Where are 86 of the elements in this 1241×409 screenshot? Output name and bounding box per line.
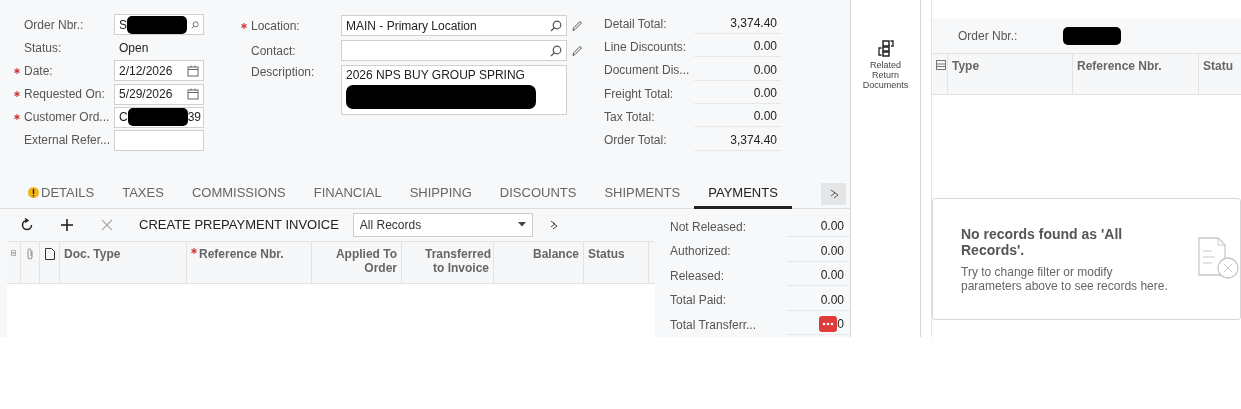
field-value: Open (118, 40, 150, 55)
total-value: 0.00 (694, 83, 781, 105)
calendar-icon (187, 88, 199, 101)
related-return-documents-button[interactable]: Related Return Documents (855, 40, 916, 96)
refresh-icon[interactable] (20, 217, 34, 232)
tab[interactable]: SHIPMENTS (590, 179, 695, 209)
column-header[interactable]: Reference Nbr. (1077, 59, 1162, 73)
total-label: Freight Total: (604, 86, 675, 101)
document-icon (44, 247, 55, 260)
column-header[interactable]: Applied To Order (335, 246, 397, 275)
empty-message: Try to change filter or modify parameters above to see records here. (961, 264, 1169, 293)
field-value: 2026 NPS BUY GROUP SPRING (346, 69, 525, 82)
summary-value: 0.00 (820, 242, 844, 260)
tab[interactable]: SHIPPING (395, 179, 486, 209)
column-header[interactable]: Balance (532, 246, 579, 261)
search-icon (191, 18, 199, 31)
input-field[interactable]: C 39 (114, 106, 204, 128)
summary-label: Released: (670, 268, 726, 283)
field-label: Status: (24, 40, 63, 55)
row-settings-icon (11, 247, 16, 258)
column-header[interactable]: Doc. Type (64, 246, 121, 261)
date-field[interactable]: 2/12/2026 (114, 60, 204, 82)
summary-value: 0 (837, 316, 844, 334)
field-value: S (119, 17, 127, 32)
field-value: 39 (187, 110, 202, 125)
summary-label: Total Transferr... (670, 317, 758, 332)
column-header[interactable]: Reference Nbr. (199, 246, 284, 261)
row-settings-icon (936, 60, 946, 70)
summary-label: Total Paid: (670, 293, 728, 308)
total-label: Line Discounts: (604, 40, 688, 54)
field-value: 2/12/2026 (119, 63, 173, 78)
column-header[interactable]: Status (588, 246, 625, 261)
total-value: 0.00 (694, 59, 781, 81)
search-icon (550, 44, 562, 57)
more-badge-icon[interactable] (819, 316, 838, 333)
total-label: Order Total: (604, 133, 668, 148)
field-label: Description: (251, 65, 316, 79)
add-icon[interactable] (60, 217, 74, 232)
column-header[interactable]: Statu (1203, 59, 1233, 73)
search-icon (550, 19, 562, 32)
summary-value: 0.00 (820, 267, 844, 285)
calendar-icon (187, 64, 199, 77)
total-value: 0.00 (694, 36, 781, 58)
paperclip-icon (26, 247, 34, 260)
field-label: Customer Ord... (24, 110, 111, 125)
summary-value: 0.00 (820, 291, 844, 309)
tab[interactable]: COMMISSIONS (177, 179, 300, 209)
lookup-field[interactable]: MAIN - Primary Location (341, 15, 567, 36)
filter-dropdown[interactable]: All Records (352, 212, 533, 237)
lookup-field[interactable] (341, 40, 567, 61)
field-label: External Refer... (24, 133, 112, 148)
field-label: Location: (251, 18, 301, 33)
total-value: 3,374.40 (694, 13, 781, 35)
column-header[interactable]: Type (952, 59, 980, 73)
empty-title: No records found as 'All Records'. (961, 225, 1124, 258)
column-header[interactable]: Transferred to Invoice (425, 246, 489, 275)
total-value: 3,374.40 (694, 129, 781, 151)
tab[interactable]: FINANCIAL (299, 179, 396, 209)
double-chevron-icon (828, 188, 839, 199)
summary-label: Not Released: (670, 219, 748, 234)
field-value: MAIN - Primary Location (346, 18, 477, 33)
field-value: 5/29/2026 (119, 87, 173, 102)
lookup-field[interactable]: S (114, 14, 204, 36)
input-field[interactable] (114, 129, 204, 151)
field-label: Requested On: (24, 87, 106, 102)
tab[interactable]: DETAILS (14, 179, 109, 209)
field-label: Order Nbr.: (24, 17, 85, 32)
total-label: Tax Total: (604, 109, 656, 124)
create-prepayment-invoice-button[interactable]: CREATE PREPAYMENT INVOICE (127, 210, 351, 239)
total-label: Document Dis... (604, 63, 691, 78)
field-label: Date: (24, 63, 54, 78)
tab[interactable]: TAXES (108, 179, 178, 209)
field-label: Order Nbr.: (958, 28, 1018, 43)
field-value: C (119, 110, 128, 125)
double-chevron-icon[interactable] (548, 219, 559, 230)
total-label: Detail Total: (604, 16, 668, 31)
more-button[interactable] (821, 182, 846, 205)
description-field[interactable]: 2026 NPS BUY GROUP SPRING (341, 65, 567, 115)
dropdown-caret-icon (517, 222, 526, 227)
field-label: Contact: (251, 43, 297, 58)
linked-documents-icon (877, 40, 894, 58)
date-field[interactable]: 5/29/2026 (114, 83, 204, 105)
summary-label: Authorized: (670, 244, 732, 259)
total-value: 0.00 (694, 106, 781, 128)
summary-value: 0.00 (820, 218, 844, 236)
tab[interactable]: DISCOUNTS (485, 179, 591, 209)
